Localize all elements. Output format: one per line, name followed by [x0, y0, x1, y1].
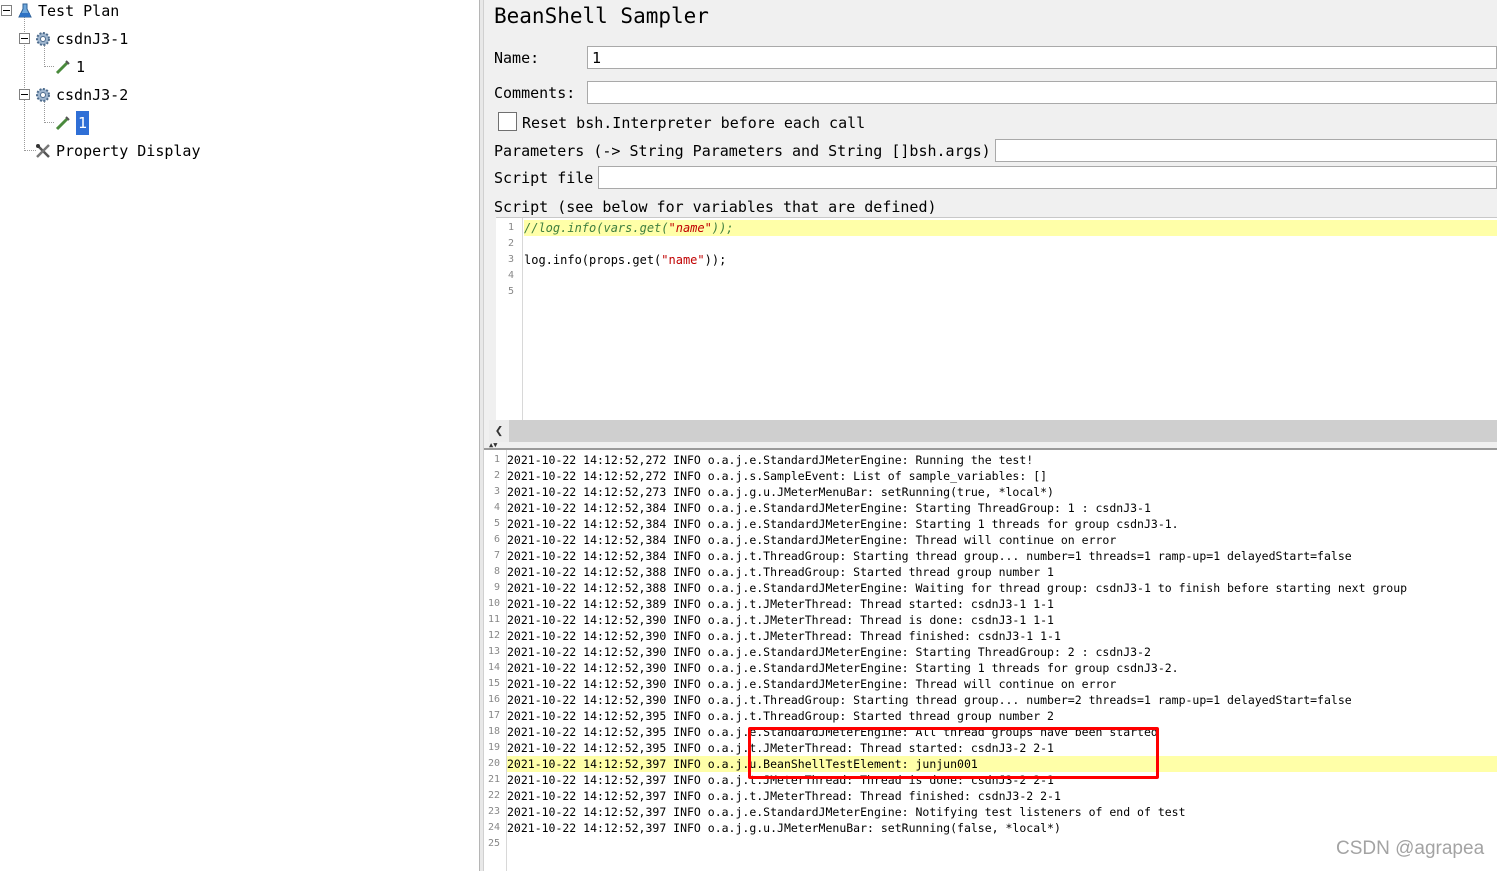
log-line: 2021-10-22 14:12:52,388 INFO o.a.j.e.Sta… [507, 581, 1408, 595]
log-line-number: 8 [493, 566, 500, 577]
log-line-number: 20 [487, 758, 500, 769]
reset-interpreter-label: Reset bsh.Interpreter before each call [522, 114, 866, 132]
script-label: Script (see below for variables that are… [494, 198, 937, 216]
log-line: 2021-10-22 14:12:52,397 INFO o.a.j.t.JMe… [507, 789, 1061, 803]
tree-item-label: Property Display [56, 142, 201, 160]
log-line-number: 7 [493, 550, 500, 561]
script-horizontal-scrollbar[interactable]: ❮ [489, 420, 1497, 442]
thread-group-gear-icon [34, 30, 52, 48]
log-line-number: 11 [487, 614, 500, 625]
log-line-number: 2 [493, 470, 500, 481]
log-line-number: 1 [493, 454, 500, 465]
log-line-number: 21 [487, 774, 500, 785]
comments-label: Comments: [494, 84, 576, 102]
beanshell-sampler-icon [54, 58, 72, 76]
tree-item-sampler-2-selected[interactable]: 1 [54, 111, 90, 135]
thread-group-gear-icon [34, 86, 52, 104]
script-file-label: Script file [494, 169, 594, 187]
log-line-number: 14 [487, 662, 500, 673]
script-editor[interactable]: 1 2 3 4 5 //log.info(vars.get("name")); log.i… [496, 217, 1497, 421]
log-line-gutter: 1 2 3 4 5 6 7 8 9 10 11 12 13 14 15 16 17 18 19 20 21 22 23 24 2… [484, 450, 507, 871]
script-line-number: 5 [507, 286, 514, 297]
comments-input[interactable] [587, 81, 1497, 104]
reset-interpreter-checkbox[interactable] [498, 112, 517, 131]
tree-item-label: 1 [76, 58, 86, 76]
log-line: 2021-10-22 14:12:52,397 INFO o.a.j.g.u.J… [507, 821, 1061, 835]
scroll-left-arrow-icon[interactable]: ❮ [489, 420, 509, 442]
log-line: 2021-10-22 14:12:52,384 INFO o.a.j.e.Sta… [507, 517, 1179, 531]
tree-item-sampler-1[interactable]: 1 [54, 56, 85, 78]
script-line-number: 3 [507, 254, 514, 265]
tree-connector [24, 100, 25, 151]
log-line: 2021-10-22 14:12:52,390 INFO o.a.j.e.Sta… [507, 677, 1117, 691]
tree-item-label: 1 [76, 111, 90, 135]
tree-item-label: csdnJ3-1 [56, 30, 129, 48]
log-line: 2021-10-22 14:12:52,273 INFO o.a.j.g.u.J… [507, 485, 1054, 499]
name-input[interactable]: 1 [587, 46, 1497, 69]
name-label: Name: [494, 49, 540, 67]
collapse-toggle[interactable] [19, 89, 30, 100]
log-line: 2021-10-22 14:12:52,389 INFO o.a.j.t.JMe… [507, 597, 1054, 611]
collapse-toggle[interactable] [1, 5, 12, 16]
log-line-number: 10 [487, 598, 500, 609]
log-line-number: 13 [487, 646, 500, 657]
collapse-toggle[interactable] [19, 33, 30, 44]
log-viewer[interactable]: 1 2 3 4 5 6 7 8 9 10 11 12 13 14 15 16 17 18 19 20 21 22 23 24 2… [484, 448, 1497, 871]
log-line-number: 19 [487, 742, 500, 753]
log-line-number: 3 [493, 486, 500, 497]
log-line: 2021-10-22 14:12:52,388 INFO o.a.j.t.Thr… [507, 565, 1054, 579]
test-plan-tree[interactable]: Test Plan csdnJ3-1 1 csdnJ3-2 1 Property… [0, 0, 479, 871]
log-line: 2021-10-22 14:12:52,384 INFO o.a.j.e.Sta… [507, 533, 1117, 547]
tree-item-property-display[interactable]: Property Display [34, 140, 201, 162]
log-line: 2021-10-22 14:12:52,390 INFO o.a.j.t.Thr… [507, 693, 1352, 707]
tree-connector [24, 16, 25, 96]
tree-connector [44, 66, 54, 67]
beanshell-sampler-icon [54, 114, 72, 132]
log-line-number: 12 [487, 630, 500, 641]
editor-title: BeanShell Sampler [494, 4, 709, 28]
parameters-label: Parameters (-> String Parameters and Str… [494, 142, 991, 160]
log-line-number: 17 [487, 710, 500, 721]
log-line: 2021-10-22 14:12:52,397 INFO o.a.j.e.Sta… [507, 805, 1186, 819]
log-line-number: 23 [487, 806, 500, 817]
log-line-number: 16 [487, 694, 500, 705]
log-line-number: 4 [493, 502, 500, 513]
tools-icon [34, 142, 52, 160]
script-line-gutter: 1 2 3 4 5 [496, 218, 523, 421]
script-line: log.info(props.get("name")); [524, 253, 727, 267]
test-plan-icon [16, 2, 34, 20]
script-line-number: 1 [507, 222, 514, 233]
log-line: 2021-10-22 14:12:52,390 INFO o.a.j.t.JMe… [507, 613, 1054, 627]
log-line-number: 18 [487, 726, 500, 737]
log-line: 2021-10-22 14:12:52,390 INFO o.a.j.t.JMe… [507, 629, 1061, 643]
tree-item-thread-group-2[interactable]: csdnJ3-2 [34, 84, 128, 106]
script-file-input[interactable] [598, 166, 1497, 189]
beanshell-sampler-editor: BeanShell Sampler Name: 1 Comments: Rese… [484, 0, 1497, 449]
script-line: //log.info(vars.get("name")); [524, 220, 1497, 236]
log-line-number: 5 [493, 518, 500, 529]
log-line: 2021-10-22 14:12:52,272 INFO o.a.j.s.Sam… [507, 469, 1048, 483]
log-line: 2021-10-22 14:12:52,384 INFO o.a.j.e.Sta… [507, 501, 1151, 515]
log-line-number: 15 [487, 678, 500, 689]
log-line-number: 25 [487, 838, 500, 849]
log-line: 2021-10-22 14:12:52,272 INFO o.a.j.e.Sta… [507, 453, 1034, 467]
log-line: 2021-10-22 14:12:52,390 INFO o.a.j.e.Sta… [507, 645, 1151, 659]
log-line: 2021-10-22 14:12:52,384 INFO o.a.j.t.Thr… [507, 549, 1352, 563]
tree-item-label: csdnJ3-2 [56, 86, 129, 104]
script-line-number: 2 [507, 238, 514, 249]
log-line-number: 6 [493, 534, 500, 545]
log-line-number: 24 [487, 822, 500, 833]
tree-item-test-plan[interactable]: Test Plan [16, 0, 119, 22]
log-line: 2021-10-22 14:12:52,395 INFO o.a.j.t.Thr… [507, 709, 1054, 723]
log-line: 2021-10-22 14:12:52,390 INFO o.a.j.e.Sta… [507, 661, 1179, 675]
watermark: CSDN @agrapea [1336, 838, 1485, 859]
log-line-number: 22 [487, 790, 500, 801]
tree-item-thread-group-1[interactable]: csdnJ3-1 [34, 28, 128, 50]
tree-connector [44, 122, 54, 123]
tree-item-label: Test Plan [38, 2, 120, 20]
log-line-number: 9 [493, 582, 500, 593]
script-line-number: 4 [507, 270, 514, 281]
annotation-highlight-box [748, 727, 1159, 779]
parameters-input[interactable] [995, 139, 1497, 162]
